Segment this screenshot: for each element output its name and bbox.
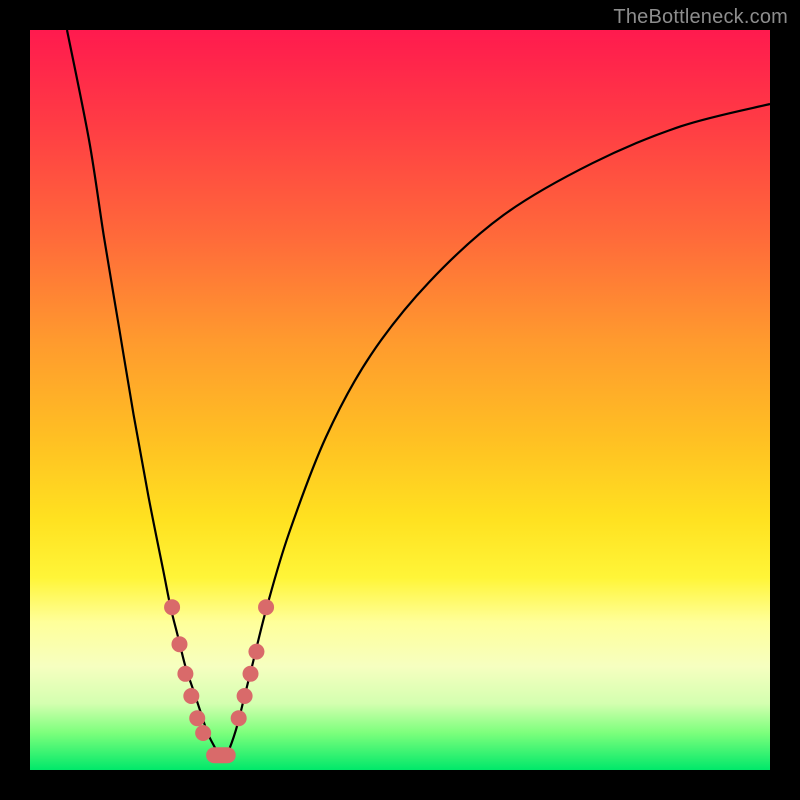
frame: TheBottleneck.com	[0, 0, 800, 800]
bead-icon	[177, 666, 193, 682]
bead-icon	[183, 688, 199, 704]
bead-icon	[258, 599, 274, 615]
bead-icon	[195, 725, 211, 741]
bead-icon	[248, 644, 264, 660]
bead-icon	[171, 636, 187, 652]
bead-icon	[237, 688, 253, 704]
chart-svg	[30, 30, 770, 770]
plot-area	[30, 30, 770, 770]
bead-icon	[164, 599, 180, 615]
bead-pill-icon	[206, 747, 236, 763]
bead-icon	[189, 710, 205, 726]
bead-icon	[231, 710, 247, 726]
right-curve	[222, 104, 770, 763]
bead-icon	[243, 666, 259, 682]
watermark-text: TheBottleneck.com	[613, 6, 788, 29]
left-curve	[67, 30, 222, 763]
bead-group	[164, 599, 274, 763]
